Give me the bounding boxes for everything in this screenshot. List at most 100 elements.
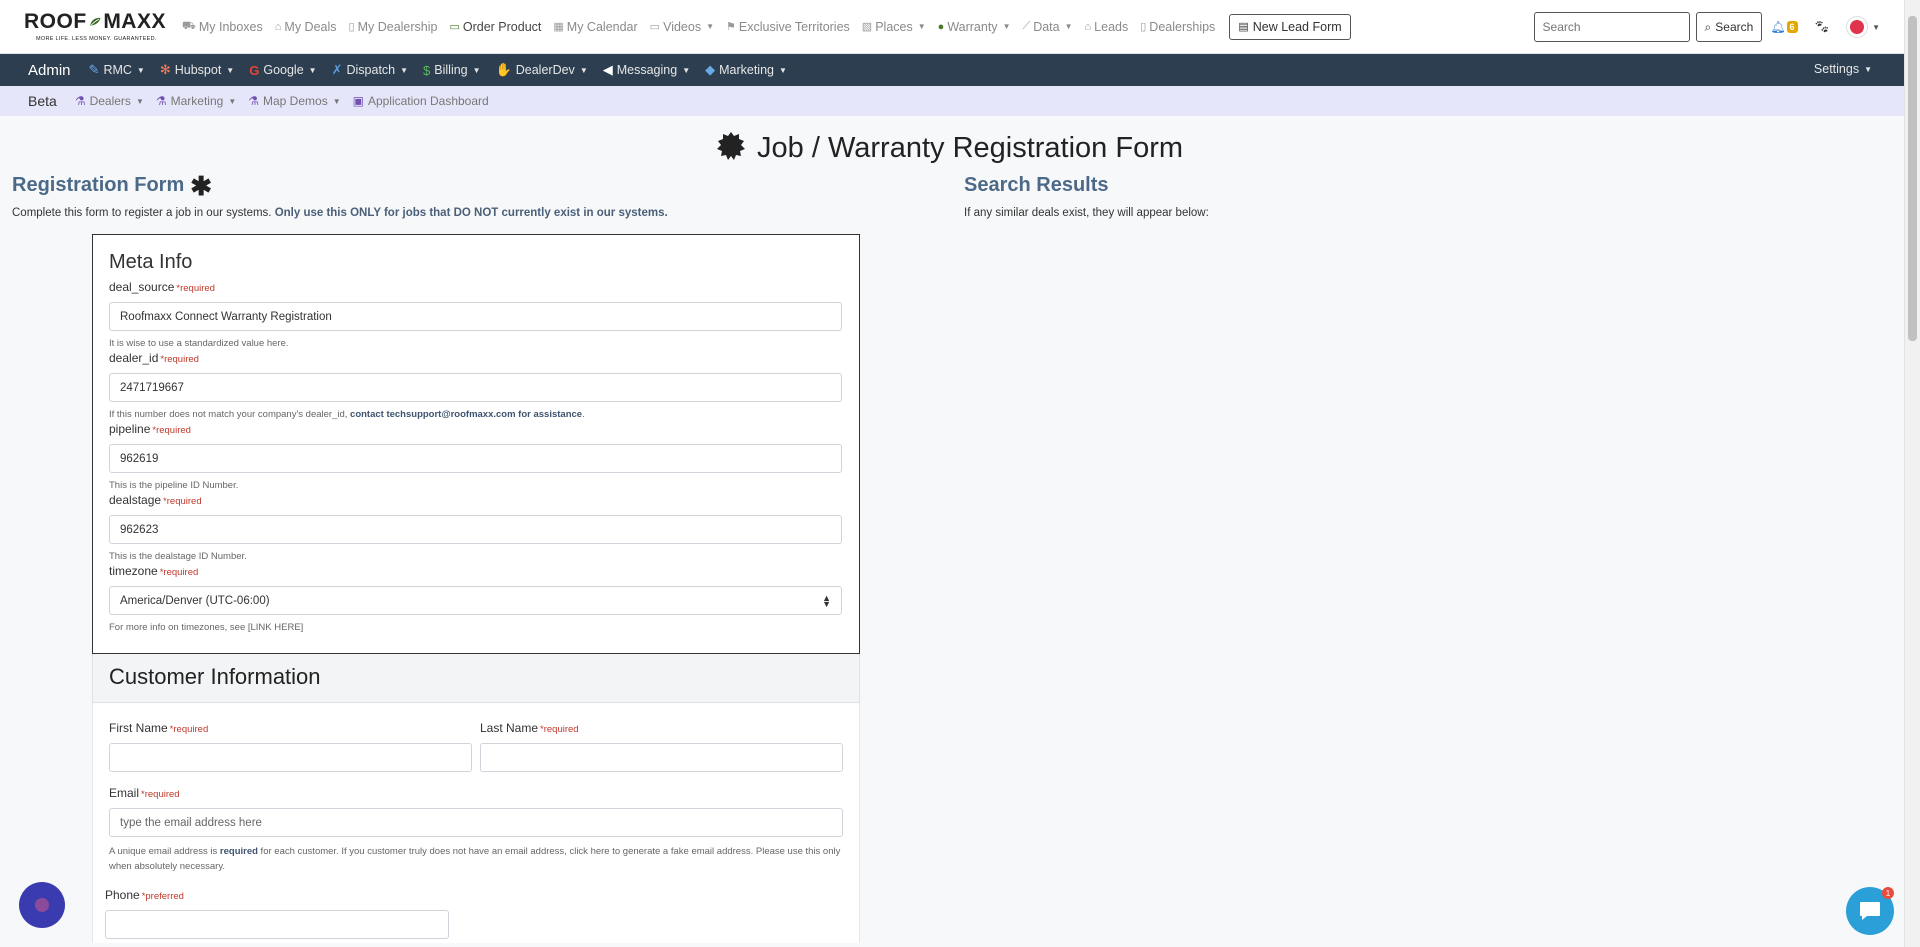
logo-text-right: MAXX [103, 10, 166, 33]
chevron-down-icon: ▼ [226, 65, 235, 75]
nav-my-inboxes[interactable]: ⛟ My Inboxes [182, 20, 263, 34]
paw-icon[interactable]: 🐾︎ [1814, 19, 1831, 35]
search-results-description: If any similar deals exist, they will ap… [964, 207, 1209, 219]
first-name-label: First Name *required [109, 721, 209, 735]
admin-menu-dispatch[interactable]: ✗ Dispatch ▼ [332, 62, 408, 78]
tech-support-link[interactable]: contact techsupport@roofmaxx.com for ass… [350, 409, 582, 420]
admin-menu-dealerdev[interactable]: ✋ DealerDev ▼ [496, 62, 588, 78]
nav-leads[interactable]: ⌂ Leads [1085, 20, 1129, 34]
chat-launcher-button[interactable]: 1 [1846, 887, 1894, 935]
nav-videos[interactable]: ▭ Videos ▼ [650, 20, 714, 34]
beta-menu-marketing[interactable]: ⚗ Marketing ▼ [156, 94, 236, 108]
nav-dealerships[interactable]: ▯ Dealerships [1140, 20, 1215, 34]
dealstage-input[interactable]: 962623 [109, 515, 842, 544]
monitor-icon: ▭ [649, 21, 661, 33]
search-icon: ⌕ [1704, 19, 1712, 34]
admin-menu-google[interactable]: G Google ▼ [249, 63, 316, 78]
dashboard-icon: ▣ [352, 94, 364, 108]
admin-menu-billing[interactable]: $ Billing ▼ [423, 63, 481, 78]
deal-source-input[interactable]: Roofmaxx Connect Warranty Registration [109, 302, 842, 331]
customer-info-header: Customer Information [92, 654, 860, 703]
nav-exclusive-territories[interactable]: ⚑ Exclusive Territories [726, 20, 850, 34]
chevron-down-icon: ▼ [135, 96, 144, 106]
chevron-down-icon[interactable]: ▼ [1872, 23, 1880, 32]
topnav-menu: ⛟ My Inboxes ⌂ My Deals ▯ My Dealership … [182, 13, 1351, 40]
dealer-id-label: dealer_id *required [109, 351, 199, 365]
roofmaxx-logo[interactable]: ROOF MAXX MORE LIFE. LESS MONEY. GUARANT… [24, 10, 166, 43]
beta-menu-dealers[interactable]: ⚗ Dealers ▼ [75, 94, 144, 108]
email-help: A unique email address is required for e… [109, 846, 841, 872]
chat-icon [1860, 902, 1880, 920]
topnav-right: ⌕ Search 🔔︎ 6 🐾︎ ▼ [1533, 12, 1880, 42]
timezone-help: For more info on timezones, see [LINK HE… [109, 622, 304, 633]
meta-info-card: Meta Info deal_source *required Roofmaxx … [92, 234, 860, 654]
logo-tagline: MORE LIFE. LESS MONEY. GUARANTEED. [36, 36, 157, 42]
seal-icon [716, 132, 745, 160]
nav-my-deals[interactable]: ⌂ My Deals [275, 20, 337, 34]
beta-menu-map-demos[interactable]: ⚗ Map Demos ▼ [248, 94, 340, 108]
customer-info-heading: Customer Information [109, 664, 321, 689]
beta-title[interactable]: Beta [28, 93, 57, 109]
select-arrows-icon: ▲ ▼ [822, 592, 831, 609]
feather-icon: ✎ [88, 62, 100, 77]
chevron-down-icon: ▼ [779, 65, 787, 75]
nav-data[interactable]: ⟋ Data ▼ [1022, 20, 1072, 34]
deal-source-help: It is wise to use a standardized value h… [109, 338, 289, 349]
notification-badge: 6 [1786, 21, 1798, 33]
nav-my-dealership[interactable]: ▯ My Dealership [349, 20, 438, 34]
last-name-input[interactable] [480, 743, 843, 772]
chevron-down-icon: ▼ [1002, 22, 1011, 31]
dealer-id-input[interactable]: 2471719667 [109, 373, 842, 402]
settings-menu[interactable]: Settings ▼ [1814, 62, 1872, 76]
pipeline-input[interactable]: 962619 [109, 444, 842, 473]
search-button[interactable]: ⌕ Search [1695, 12, 1763, 42]
email-input[interactable]: type the email address here [109, 808, 843, 837]
nav-places[interactable]: ▧ Places ▼ [862, 20, 926, 34]
tags-icon: ◆ [705, 62, 716, 77]
notifications-button[interactable]: 🔔︎ 6 [1770, 20, 1798, 34]
google-icon: G [249, 62, 260, 78]
dealer-id-help: If this number does not match your compa… [109, 409, 585, 420]
chevron-down-icon: ▼ [400, 65, 409, 75]
seal-icon: ● [937, 20, 945, 33]
nav-warranty[interactable]: ● Warranty ▼ [938, 20, 1011, 34]
chevron-down-icon: ▼ [917, 22, 926, 31]
calendar-icon: ▦ [553, 21, 564, 33]
first-name-input[interactable] [109, 743, 472, 772]
admin-menu-messaging[interactable]: ◀ Messaging ▼ [603, 62, 690, 78]
search-results-section: Search Results If any similar deals exis… [964, 174, 1764, 219]
beta-navbar: Beta ⚗ Dealers ▼ ⚗ Marketing ▼ ⚗ Map Dem… [0, 86, 1920, 116]
nav-order-product[interactable]: ▭ Order Product [449, 20, 541, 34]
chevron-down-icon: ▼ [472, 65, 481, 75]
admin-menu-marketing[interactable]: ◆ Marketing ▼ [705, 62, 787, 78]
new-lead-form-button[interactable]: ▤ New Lead Form [1229, 13, 1351, 40]
admin-menu-hubspot[interactable]: ✻ Hubspot ▼ [160, 62, 234, 78]
last-name-label: Last Name *required [480, 721, 579, 735]
page-scrollbar[interactable] [1904, 0, 1920, 947]
search-input[interactable] [1533, 12, 1690, 42]
scrollbar-thumb[interactable] [1908, 16, 1917, 341]
nav-my-calendar[interactable]: ▦ My Calendar [553, 20, 637, 34]
user-avatar[interactable] [1846, 16, 1869, 38]
admin-title[interactable]: Admin [28, 62, 71, 79]
wrench-icon: ✗ [331, 62, 343, 77]
phone-label: Phone *preferred [105, 888, 184, 902]
chevron-down-icon: ▼ [682, 65, 691, 75]
chart-line-icon: ⟋ [1022, 20, 1031, 32]
flag-icon: ⚑ [726, 21, 736, 33]
beta-menu-application-dashboard[interactable]: ▣ Application Dashboard [353, 94, 489, 108]
phone-input[interactable] [105, 910, 449, 939]
building-icon: ▯ [1140, 21, 1147, 33]
home-icon: ⌂ [1084, 20, 1092, 33]
timezone-label: timezone *required [109, 564, 199, 578]
assistant-launcher-button[interactable] [19, 882, 65, 928]
registration-description: Complete this form to register a job in … [12, 207, 668, 219]
flask-icon: ⚗ [74, 94, 86, 108]
pipeline-label: pipeline *required [109, 422, 191, 436]
admin-menu-rmc[interactable]: ✎ RMC ▼ [89, 62, 145, 78]
timezone-select[interactable]: America/Denver (UTC-06:00) ▲ ▼ [109, 586, 842, 615]
email-label: Email *required [109, 786, 180, 800]
asterisk-icon: ✱ [190, 170, 213, 201]
document-icon: ▤ [1238, 21, 1249, 33]
flask-icon: ⚗ [248, 94, 259, 108]
